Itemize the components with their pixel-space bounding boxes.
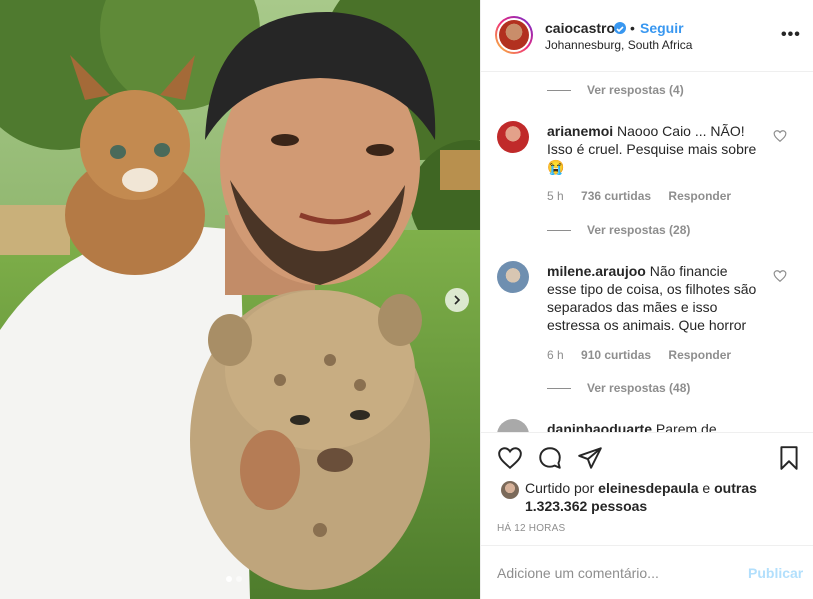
chevron-right-icon [454, 295, 461, 305]
carousel-dot [236, 576, 242, 582]
comment-icon[interactable] [537, 445, 563, 471]
view-replies-button[interactable]: Ver respostas (4) [547, 83, 684, 97]
heart-icon[interactable] [773, 269, 787, 283]
post-photo[interactable] [0, 0, 480, 599]
verified-icon [614, 22, 626, 34]
follow-button[interactable]: Seguir [640, 20, 684, 36]
comment-username[interactable]: arianemoi [547, 123, 613, 139]
post-sidebar: caiocastro • Seguir Johannesburg, South … [480, 0, 813, 599]
view-replies-button[interactable]: Ver respostas (48) [547, 381, 690, 395]
comment-username[interactable]: milene.araujoo [547, 263, 646, 279]
comment-meta: 6 h 910 curtidas Responder [547, 348, 745, 362]
comment-composer: Adicione um comentário... Publicar [481, 545, 813, 599]
reply-button[interactable]: Responder [668, 189, 731, 203]
comment-meta: 5 h 736 curtidas Responder [547, 189, 745, 203]
photo-illustration [0, 0, 480, 599]
comment-username[interactable]: daninhaoduarte [547, 421, 652, 432]
next-photo-button[interactable] [445, 288, 469, 312]
publish-button[interactable]: Publicar [748, 565, 803, 581]
post-timestamp[interactable]: HÁ 12 HORAS [497, 523, 565, 534]
heart-icon[interactable] [497, 445, 523, 471]
comment-likes[interactable]: 910 curtidas [581, 348, 651, 362]
liked-by-avatar[interactable] [501, 481, 519, 499]
comments-list: Ver respostas (4) arianemoi Naooo Caio .… [481, 72, 813, 432]
comment-avatar[interactable] [497, 419, 529, 432]
heart-icon[interactable] [773, 129, 787, 143]
separator-dot: • [630, 20, 635, 36]
comment-body: milene.araujoo Não financie esse tipo de… [547, 263, 757, 333]
comment-likes[interactable]: 736 curtidas [581, 189, 651, 203]
view-replies-button[interactable]: Ver respostas (28) [547, 223, 690, 237]
share-icon[interactable] [577, 445, 603, 471]
post-location[interactable]: Johannesburg, South Africa [545, 38, 692, 52]
carousel-dot-active [226, 576, 232, 582]
post-actions: Curtido por eleinesdepaula e outras 1.32… [481, 432, 813, 553]
comment-avatar[interactable] [497, 121, 529, 153]
liked-by-user[interactable]: eleinesdepaula [598, 480, 698, 496]
comment-input[interactable]: Adicione um comentário... [497, 565, 659, 581]
bookmark-icon[interactable] [776, 445, 802, 471]
instagram-post: caiocastro • Seguir Johannesburg, South … [0, 0, 813, 599]
author-avatar[interactable] [495, 16, 533, 54]
carousel-dots [226, 576, 242, 582]
comment-time: 6 h [547, 348, 564, 362]
reply-button[interactable]: Responder [668, 348, 731, 362]
comment-body: arianemoi Naooo Caio ... NÃO! Isso é cru… [547, 123, 757, 175]
author-username[interactable]: caiocastro [545, 20, 615, 36]
comment-avatar[interactable] [497, 261, 529, 293]
post-header: caiocastro • Seguir Johannesburg, South … [481, 0, 813, 72]
comment-time: 5 h [547, 189, 564, 203]
comment-body: daninhaoduarte Parem de [547, 420, 757, 432]
liked-by-text: Curtido por eleinesdepaula e outras 1.32… [525, 480, 757, 514]
more-icon[interactable]: ••• [781, 26, 801, 44]
